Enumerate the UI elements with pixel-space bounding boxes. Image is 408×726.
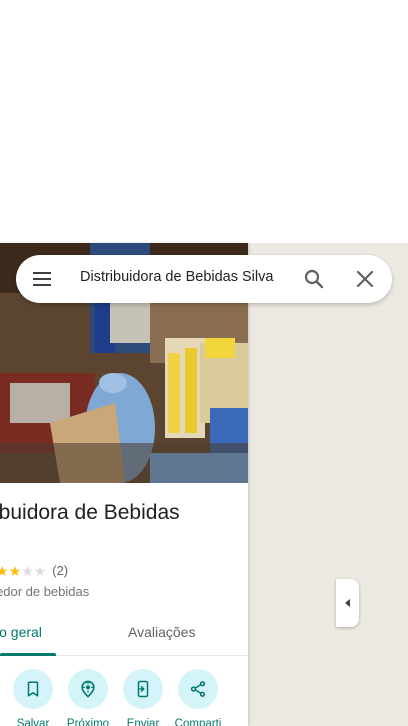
send-to-phone-button-circle[interactable] — [123, 669, 163, 709]
tab-overview[interactable]: io geral — [0, 611, 42, 655]
place-panel: ibuidora de Bebidas ★ ★ ★ ★ (2) edor de … — [0, 243, 248, 726]
save-button-label: Salvar — [16, 718, 50, 726]
share-button[interactable]: Comparti — [170, 669, 226, 726]
save-button-circle[interactable] — [13, 669, 53, 709]
search-bar: Distribuidora de Bebidas Silva — [16, 255, 392, 303]
close-icon — [356, 270, 374, 288]
rating-stars: ★ ★ ★ ★ — [0, 564, 46, 578]
nearby-button-circle[interactable] — [68, 669, 108, 709]
save-button[interactable]: Salvar — [5, 669, 61, 726]
tab-overview-label: io geral — [0, 624, 42, 640]
close-button[interactable] — [353, 267, 377, 291]
collapse-panel-button[interactable] — [336, 579, 359, 627]
rating-row[interactable]: ★ ★ ★ ★ (2) — [0, 563, 68, 578]
caret-left-icon — [344, 599, 350, 607]
place-category[interactable]: edor de bebidas — [0, 584, 89, 599]
share-icon — [190, 681, 206, 697]
star-icon: ★ — [0, 562, 9, 579]
review-count[interactable]: (2) — [52, 563, 68, 578]
share-button-label: Comparti — [174, 718, 222, 726]
star-icon: ★ — [8, 562, 22, 579]
active-tab-indicator — [0, 653, 56, 656]
place-tabs: io geral Avaliações — [0, 611, 248, 656]
search-button[interactable] — [302, 267, 326, 291]
star-icon: ★ — [21, 562, 34, 579]
blank-top-area — [0, 0, 408, 243]
send-to-phone-button-label: Enviar — [126, 718, 160, 726]
nearby-button-label: Próximo — [66, 718, 110, 726]
bookmark-icon — [27, 681, 39, 697]
tab-reviews-label: Avaliações — [128, 624, 196, 640]
share-button-circle[interactable] — [178, 669, 218, 709]
nearby-button[interactable]: Próximo — [60, 669, 116, 726]
map-canvas[interactable] — [248, 243, 408, 726]
hamburger-menu-icon — [33, 272, 51, 286]
send-to-phone-button[interactable]: Enviar — [115, 669, 171, 726]
menu-button[interactable] — [30, 267, 54, 291]
star-icon: ★ — [33, 562, 47, 579]
place-title: ibuidora de Bebidas — [0, 501, 180, 524]
action-buttons: Salvar Próximo Enviar Comparti — [0, 669, 248, 726]
nearby-icon — [81, 680, 95, 698]
search-input[interactable]: Distribuidora de Bebidas Silva — [80, 269, 273, 285]
tab-reviews[interactable]: Avaliações — [128, 611, 195, 655]
search-icon — [304, 269, 324, 289]
send-to-phone-icon — [137, 680, 149, 698]
